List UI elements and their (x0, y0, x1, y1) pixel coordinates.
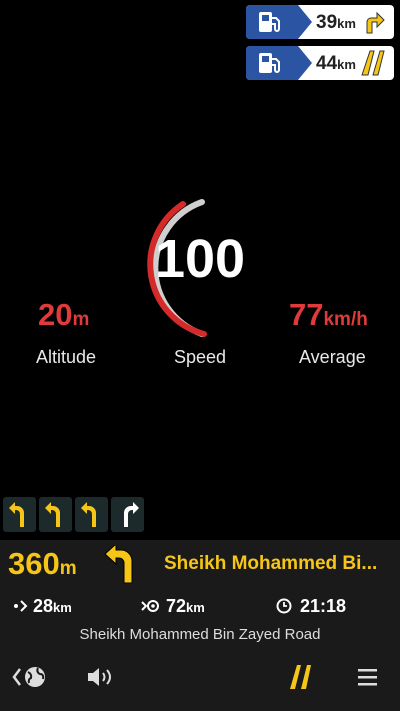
lane-left-turn-icon (39, 497, 72, 532)
lane-right-turn-icon (111, 497, 144, 532)
lane-left-turn-icon (75, 497, 108, 532)
turn-left-icon (104, 542, 138, 590)
average-speed-label: Average (299, 347, 366, 367)
clock-icon (276, 598, 292, 619)
speed-label: Speed (174, 347, 227, 367)
lane-guidance (3, 497, 144, 532)
arrival-time: 21:18 (300, 596, 347, 616)
poi-card-fuel-2[interactable]: 44km (246, 46, 394, 80)
distance-remaining: 28km (33, 596, 72, 616)
fuel-station-icon (256, 51, 284, 80)
back-globe-icon[interactable] (12, 664, 50, 695)
total-distance: 72km (166, 596, 205, 616)
destination-distance-icon (141, 598, 159, 619)
turn-right-icon (360, 9, 386, 39)
current-road-name: Sheikh Mohammed Bin Zayed Road (79, 626, 321, 643)
poi-distance: 44km (316, 53, 356, 74)
poi-card-fuel-1[interactable]: 39km (246, 5, 394, 39)
speed-value: 100 (154, 229, 246, 289)
lane-left-turn-icon (3, 497, 36, 532)
fuel-station-icon (256, 10, 284, 39)
next-street-name: Sheikh Mohammed Bi... (164, 553, 378, 574)
road-view-icon[interactable] (288, 664, 314, 695)
menu-icon[interactable] (357, 664, 379, 695)
average-speed-value: 77km/h (289, 297, 368, 332)
turn-distance: 360m (8, 546, 77, 581)
poi-distance: 39km (316, 12, 356, 33)
volume-icon[interactable] (86, 664, 114, 695)
altitude-value: 20m (38, 297, 90, 332)
road-ahead-icon (360, 50, 386, 80)
distance-remaining-icon (13, 598, 29, 619)
altitude-label: Altitude (36, 347, 97, 367)
